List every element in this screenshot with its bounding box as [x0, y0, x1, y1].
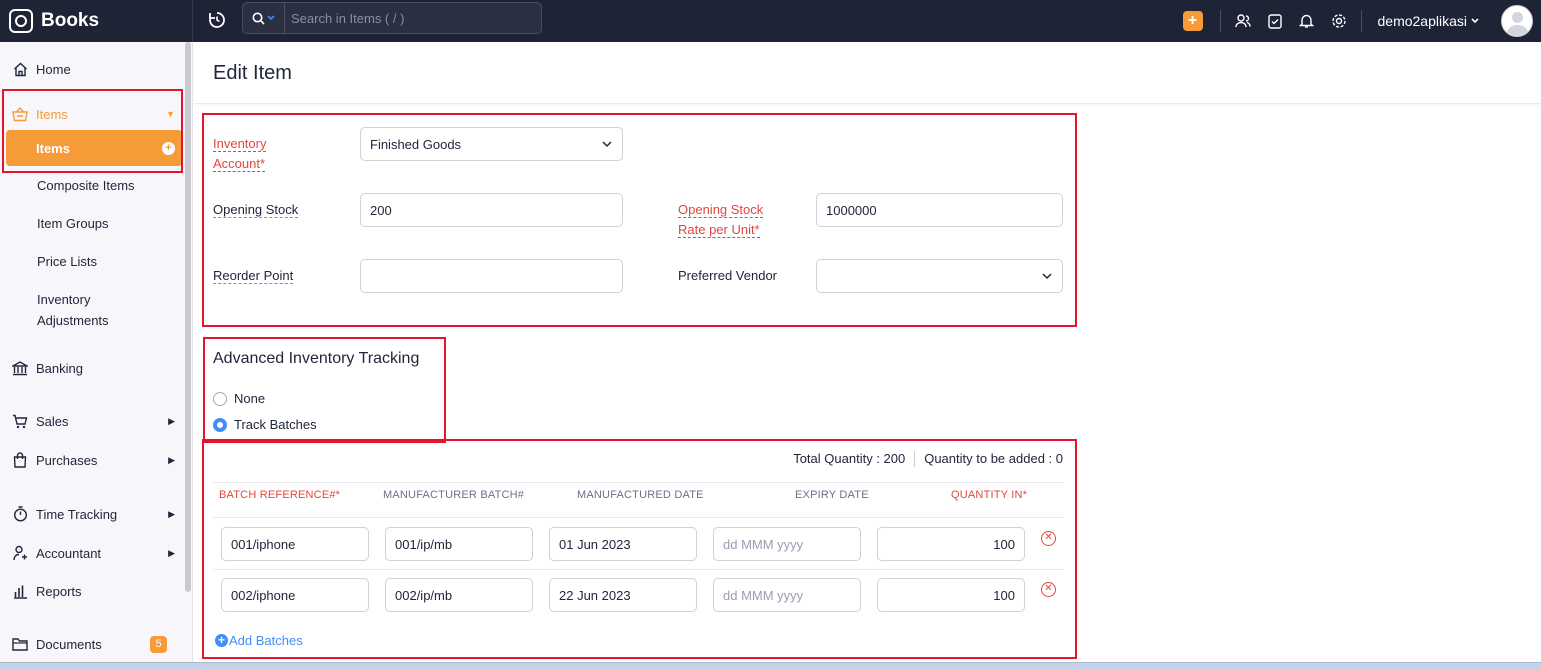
- radio-unchecked-icon[interactable]: [213, 391, 227, 406]
- col-manufactured-date: MANUFACTURED DATE: [577, 489, 704, 501]
- sidebar-item-inventory-adjustments[interactable]: Inventory Adjustments: [37, 289, 109, 331]
- sidebar: Home Items ▼ Items + Composite Items Ite…: [0, 42, 193, 670]
- bell-icon[interactable]: [1297, 11, 1317, 31]
- opening-stock-rate-label: Opening Stock Rate per Unit*: [678, 202, 764, 238]
- divider: [914, 451, 916, 467]
- manufacturer-batch-input[interactable]: 001/ip/mb: [385, 527, 533, 561]
- divider: [1360, 10, 1362, 32]
- users-icon[interactable]: [1233, 11, 1253, 31]
- row-divider: [213, 569, 1064, 570]
- chevron-down-icon: [602, 141, 612, 148]
- remove-row-icon[interactable]: ✕: [1041, 531, 1056, 546]
- batch-ref-input[interactable]: 001/iphone: [221, 527, 369, 561]
- gear-icon[interactable]: [1329, 11, 1349, 31]
- preferred-vendor-select[interactable]: [816, 259, 1063, 293]
- quantity-to-add: Quantity to be added : 0: [924, 451, 1063, 466]
- caret-down-icon: ▼: [166, 109, 175, 119]
- avatar[interactable]: [1501, 5, 1533, 37]
- chevron-down-icon: [1471, 18, 1479, 24]
- sidebar-item-purchases[interactable]: Purchases ▶: [0, 450, 182, 470]
- radio-checked-icon[interactable]: [213, 417, 227, 432]
- opening-stock-input[interactable]: 200: [360, 193, 623, 227]
- radio-track-batches[interactable]: Track Batches: [213, 417, 317, 432]
- inventory-account-select[interactable]: Finished Goods: [360, 127, 623, 161]
- radio-none[interactable]: None: [213, 391, 265, 406]
- search-box[interactable]: [242, 2, 542, 34]
- page-header: Edit Item: [194, 42, 1541, 104]
- opening-stock-label: Opening Stock: [213, 202, 299, 218]
- caret-right-icon: ▶: [168, 508, 175, 519]
- documents-count-badge: 5: [150, 635, 167, 653]
- col-batch-reference: BATCH REFERENCE#*: [219, 489, 341, 501]
- sidebar-scrollbar[interactable]: [185, 42, 191, 592]
- plus-circle-icon: +: [215, 634, 228, 647]
- tasks-icon[interactable]: [1265, 11, 1285, 31]
- quick-create-plus-icon[interactable]: +: [1182, 11, 1203, 31]
- sidebar-item-sales[interactable]: Sales ▶: [0, 411, 182, 431]
- preferred-vendor-label: Preferred Vendor: [678, 268, 778, 283]
- advanced-tracking-title: Advanced Inventory Tracking: [213, 350, 420, 367]
- search-icon[interactable]: [243, 3, 285, 33]
- sidebar-item-home[interactable]: Home: [0, 60, 182, 78]
- folder-icon: [11, 635, 29, 653]
- stopwatch-icon: [11, 505, 29, 523]
- home-icon: [11, 60, 29, 78]
- sidebar-item-items[interactable]: Items +: [6, 130, 182, 166]
- brand[interactable]: Books: [0, 0, 193, 42]
- remove-row-icon[interactable]: ✕: [1041, 582, 1056, 597]
- chevron-down-icon: [267, 15, 275, 21]
- total-quantity: Total Quantity : 200: [793, 451, 906, 466]
- bank-icon: [11, 359, 29, 377]
- sidebar-item-composite-items[interactable]: Composite Items: [37, 175, 135, 196]
- recent-history-icon[interactable]: [206, 9, 228, 31]
- manufacturer-batch-input[interactable]: 002/ip/mb: [385, 578, 533, 612]
- manufactured-date-input[interactable]: 22 Jun 2023: [549, 578, 697, 612]
- add-item-circle-icon[interactable]: +: [162, 141, 175, 155]
- col-expiry-date: EXPIRY DATE: [795, 489, 869, 501]
- sidebar-item-items-group[interactable]: Items ▼: [0, 97, 182, 131]
- books-logo-icon: [9, 9, 33, 33]
- sidebar-item-time-tracking[interactable]: Time Tracking ▶: [0, 504, 182, 524]
- sidebar-item-banking[interactable]: Banking: [0, 358, 182, 378]
- reorder-point-label: Reorder Point: [213, 268, 294, 284]
- divider: [1219, 10, 1221, 32]
- quantity-in-input[interactable]: 100: [877, 578, 1025, 612]
- expiry-date-input[interactable]: dd MMM yyyy: [713, 527, 861, 561]
- org-name: demo2aplikasi: [1377, 13, 1468, 29]
- caret-right-icon: ▶: [168, 415, 175, 426]
- opening-stock-rate-input[interactable]: 1000000: [816, 193, 1063, 227]
- basket-icon: [11, 105, 29, 123]
- search-input[interactable]: [285, 10, 535, 26]
- reorder-point-input[interactable]: [360, 259, 623, 293]
- accountant-icon: [11, 544, 29, 562]
- top-bar-actions: + demo2aplikasi: [1182, 0, 1541, 42]
- manufactured-date-input[interactable]: 01 Jun 2023: [549, 527, 697, 561]
- sidebar-item-accountant[interactable]: Accountant ▶: [0, 543, 182, 563]
- shopping-bag-icon: [11, 451, 29, 469]
- app-name: Books: [41, 10, 100, 31]
- caret-right-icon: ▶: [168, 454, 175, 465]
- quantity-in-input[interactable]: 100: [877, 527, 1025, 561]
- inventory-account-label: Inventory Account*: [213, 136, 267, 172]
- col-manufacturer-batch: MANUFACTURER BATCH#: [383, 489, 525, 501]
- col-quantity-in: QUANTITY IN*: [951, 489, 1028, 501]
- top-bar: Books + demo2aplikasi: [0, 0, 1541, 42]
- org-switcher[interactable]: demo2aplikasi: [1378, 13, 1480, 29]
- sidebar-item-item-groups[interactable]: Item Groups: [37, 213, 109, 234]
- sidebar-item-documents[interactable]: Documents 5: [0, 634, 182, 654]
- quantity-summary: Total Quantity : 200 Quantity to be adde…: [793, 451, 1063, 467]
- sidebar-item-reports[interactable]: Reports: [0, 581, 182, 601]
- chevron-down-icon: [1042, 273, 1052, 280]
- bottom-bar: [0, 662, 1541, 670]
- caret-right-icon: ▶: [168, 547, 175, 558]
- page-title: Edit Item: [213, 62, 292, 84]
- expiry-date-input[interactable]: dd MMM yyyy: [713, 578, 861, 612]
- batch-ref-input[interactable]: 002/iphone: [221, 578, 369, 612]
- bar-chart-icon: [11, 582, 29, 600]
- sidebar-item-price-lists[interactable]: Price Lists: [37, 251, 97, 272]
- cart-icon: [11, 412, 29, 430]
- add-batches-link[interactable]: + Add Batches: [215, 633, 303, 648]
